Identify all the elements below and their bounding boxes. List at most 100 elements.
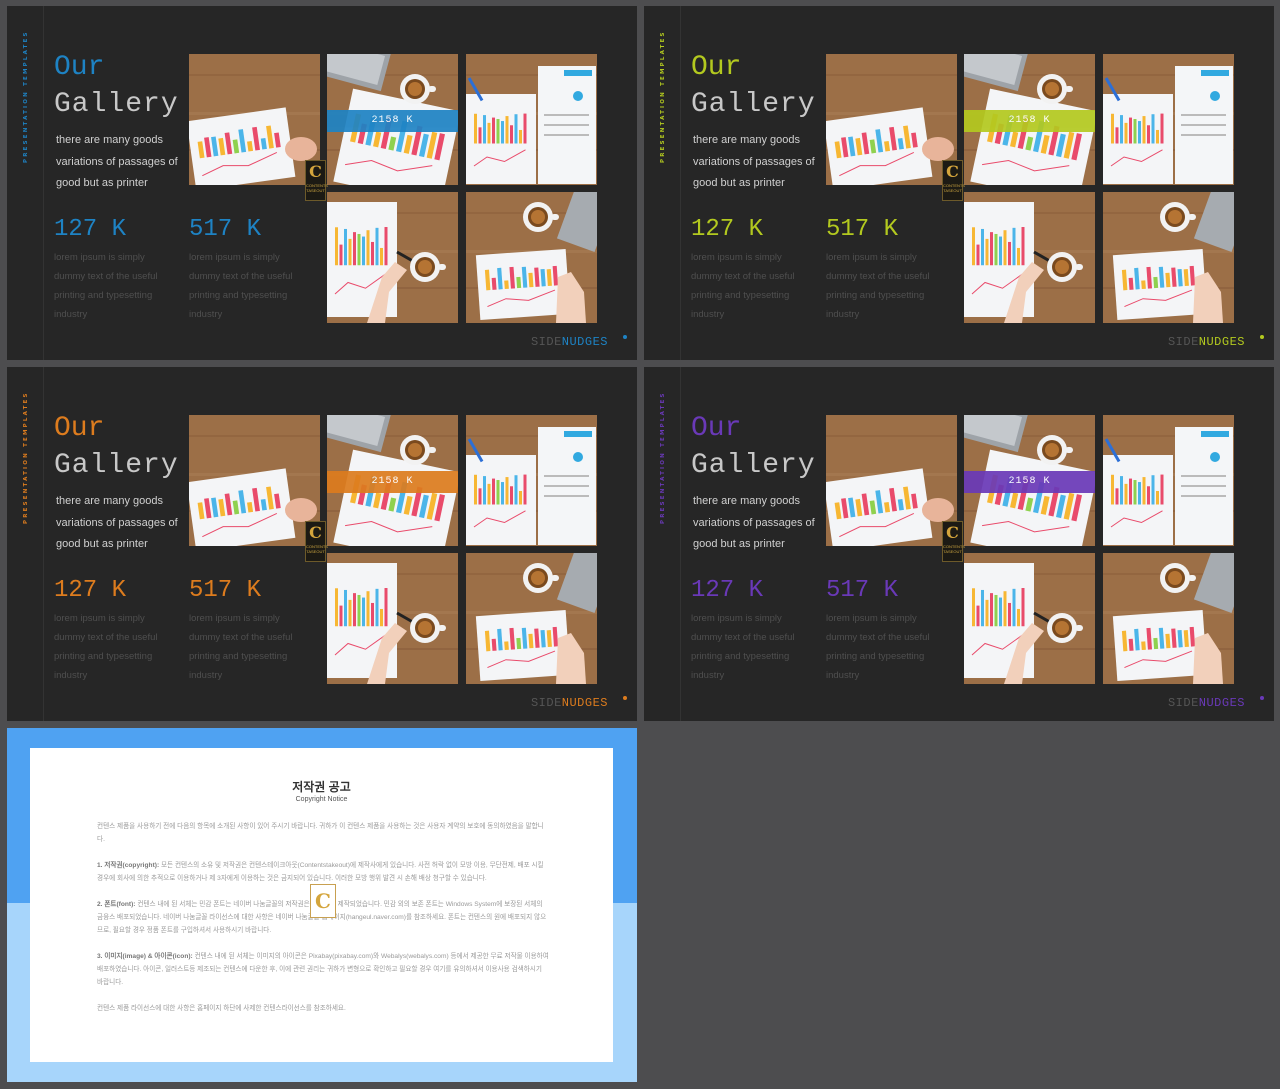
photo-illustration bbox=[466, 553, 597, 684]
photo-illustration bbox=[466, 415, 597, 546]
title-line-2: Gallery bbox=[691, 89, 816, 120]
brand-logo: SIDENUDGES bbox=[1168, 335, 1245, 349]
photo-illustration bbox=[826, 54, 957, 185]
item-1-text: 모든 컨텐스의 소유 및 저작권은 컨텐스테이크아웃(Contentstakeo… bbox=[97, 862, 544, 882]
photo-illustration bbox=[1103, 415, 1234, 546]
stat-value-1: 127 K bbox=[54, 577, 127, 604]
copyright-logo-badge: C bbox=[310, 884, 336, 918]
title-line-1: Our bbox=[691, 52, 742, 83]
item-1-heading: 1. 저작권(copyright): bbox=[97, 862, 160, 869]
brand-side: SIDE bbox=[1167, 335, 1199, 349]
item-2-heading: 2. 폰트(font): bbox=[97, 901, 136, 908]
photo-illustration bbox=[466, 192, 597, 323]
brand-nudges: NUDGES bbox=[561, 335, 608, 349]
description: there are many goods variations of passa… bbox=[693, 134, 815, 189]
copyright-title: 저작권 공고 bbox=[292, 780, 351, 794]
side-label: PRESENTATION TEMPLATES bbox=[660, 30, 666, 163]
item-3-heading: 3. 이미지(image) & 아이콘(icon): bbox=[97, 953, 193, 960]
accent-dot bbox=[1260, 335, 1264, 339]
divider-line bbox=[680, 6, 681, 360]
brand-side: SIDE bbox=[530, 696, 562, 710]
highlight-band: 2158 K bbox=[964, 110, 1095, 132]
gallery-photo-chart-hand[interactable] bbox=[826, 54, 957, 185]
lorem-text-2: lorem ipsum is simply dummy text of the … bbox=[189, 252, 293, 320]
highlight-band: 2158 K bbox=[964, 471, 1095, 493]
side-label: PRESENTATION TEMPLATES bbox=[23, 30, 29, 163]
title-line-2: Gallery bbox=[691, 450, 816, 481]
gallery-photo-report[interactable] bbox=[1103, 54, 1234, 185]
lorem-text-1: lorem ipsum is simply dummy text of the … bbox=[691, 252, 795, 320]
photo-illustration bbox=[189, 54, 320, 185]
gallery-photo-report[interactable] bbox=[466, 415, 597, 546]
brand-nudges: NUDGES bbox=[561, 696, 608, 710]
stat-value-1: 127 K bbox=[691, 216, 764, 243]
logo-text: CONTENTS TASEOUT bbox=[943, 544, 965, 554]
slide-purple[interactable]: PRESENTATION TEMPLATES Our Gallery there… bbox=[644, 367, 1274, 721]
photo-illustration bbox=[964, 553, 1095, 684]
gallery-photo-hand-chart[interactable] bbox=[1103, 553, 1234, 684]
divider-line bbox=[43, 6, 44, 360]
lorem-text-2: lorem ipsum is simply dummy text of the … bbox=[189, 613, 293, 681]
slide-orange[interactable]: PRESENTATION TEMPLATES Our Gallery there… bbox=[7, 367, 637, 721]
brand-side: SIDE bbox=[1167, 696, 1199, 710]
title-line-2: Gallery bbox=[54, 450, 179, 481]
photo-illustration bbox=[327, 192, 458, 323]
highlight-band: 2158 K bbox=[327, 110, 458, 132]
highlight-band: 2158 K bbox=[327, 471, 458, 493]
logo-letter: C bbox=[946, 523, 959, 542]
copyright-subtitle: Copyright Notice bbox=[295, 796, 348, 803]
logo-letter: C bbox=[309, 523, 322, 542]
lorem-text-2: lorem ipsum is simply dummy text of the … bbox=[826, 252, 930, 320]
copyright-intro: 컨텐스 제품을 사용하기 전에 다음의 항목에 소개된 사항이 있어 주시기 바… bbox=[97, 823, 544, 843]
photo-illustration bbox=[327, 553, 458, 684]
logo-text: CONTENTS TASEOUT bbox=[943, 183, 965, 193]
gallery-photo-report[interactable] bbox=[1103, 415, 1234, 546]
accent-dot bbox=[623, 335, 627, 339]
stat-value-2: 517 K bbox=[826, 216, 899, 243]
slide-lime[interactable]: PRESENTATION TEMPLATES Our Gallery there… bbox=[644, 6, 1274, 360]
gallery-photo-writing[interactable] bbox=[964, 553, 1095, 684]
gallery-photo-chart-hand[interactable] bbox=[189, 54, 320, 185]
brand-nudges: NUDGES bbox=[1198, 696, 1245, 710]
gallery-photo-hand-chart[interactable] bbox=[1103, 192, 1234, 323]
stat-value-2: 517 K bbox=[189, 577, 262, 604]
gallery-photo-hand-chart[interactable] bbox=[466, 192, 597, 323]
lorem-text-1: lorem ipsum is simply dummy text of the … bbox=[54, 252, 158, 320]
stat-value-2: 517 K bbox=[189, 216, 262, 243]
contents-logo-badge: C CONTENTS TASEOUT bbox=[305, 160, 328, 201]
contents-logo-badge: C CONTENTS TASEOUT bbox=[942, 160, 965, 201]
contents-logo-badge: C CONTENTS TASEOUT bbox=[942, 521, 965, 562]
divider-line bbox=[43, 367, 44, 721]
copyright-item-3: 3. 이미지(image) & 아이콘(icon): 컨텐스 내에 된 서체는 … bbox=[97, 950, 549, 989]
logo-text: CONTENTS TASEOUT bbox=[306, 544, 328, 554]
logo-letter: C bbox=[309, 162, 322, 181]
brand-logo: SIDENUDGES bbox=[1168, 696, 1245, 710]
copyright-outro: 컨텐스 제품 라이선스에 대한 사항은 홈페이지 하단에 사제한 컨텐스라이선스… bbox=[97, 1005, 346, 1012]
logo-letter: C bbox=[946, 162, 959, 181]
brand-logo: SIDENUDGES bbox=[531, 696, 608, 710]
photo-illustration bbox=[466, 54, 597, 185]
gallery-photo-writing[interactable] bbox=[964, 192, 1095, 323]
photo-illustration bbox=[189, 415, 320, 546]
slide-blue[interactable]: PRESENTATION TEMPLATES Our Gallery there… bbox=[7, 6, 637, 360]
lorem-text-2: lorem ipsum is simply dummy text of the … bbox=[826, 613, 930, 681]
gallery-photo-writing[interactable] bbox=[327, 553, 458, 684]
brand-logo: SIDENUDGES bbox=[531, 335, 608, 349]
contents-logo-badge: C CONTENTS TASEOUT bbox=[305, 521, 328, 562]
brand-nudges: NUDGES bbox=[1198, 335, 1245, 349]
stat-value-1: 127 K bbox=[691, 577, 764, 604]
stat-value-1: 127 K bbox=[54, 216, 127, 243]
lorem-text-1: lorem ipsum is simply dummy text of the … bbox=[691, 613, 795, 681]
gallery-photo-report[interactable] bbox=[466, 54, 597, 185]
accent-dot bbox=[1260, 696, 1264, 700]
divider-line bbox=[680, 367, 681, 721]
title-line-1: Our bbox=[54, 413, 105, 444]
accent-dot bbox=[623, 696, 627, 700]
photo-illustration bbox=[1103, 54, 1234, 185]
title-line-1: Our bbox=[691, 413, 742, 444]
gallery-photo-hand-chart[interactable] bbox=[466, 553, 597, 684]
gallery-photo-chart-hand[interactable] bbox=[826, 415, 957, 546]
gallery-photo-chart-hand[interactable] bbox=[189, 415, 320, 546]
gallery-photo-writing[interactable] bbox=[327, 192, 458, 323]
side-label: PRESENTATION TEMPLATES bbox=[23, 391, 29, 524]
